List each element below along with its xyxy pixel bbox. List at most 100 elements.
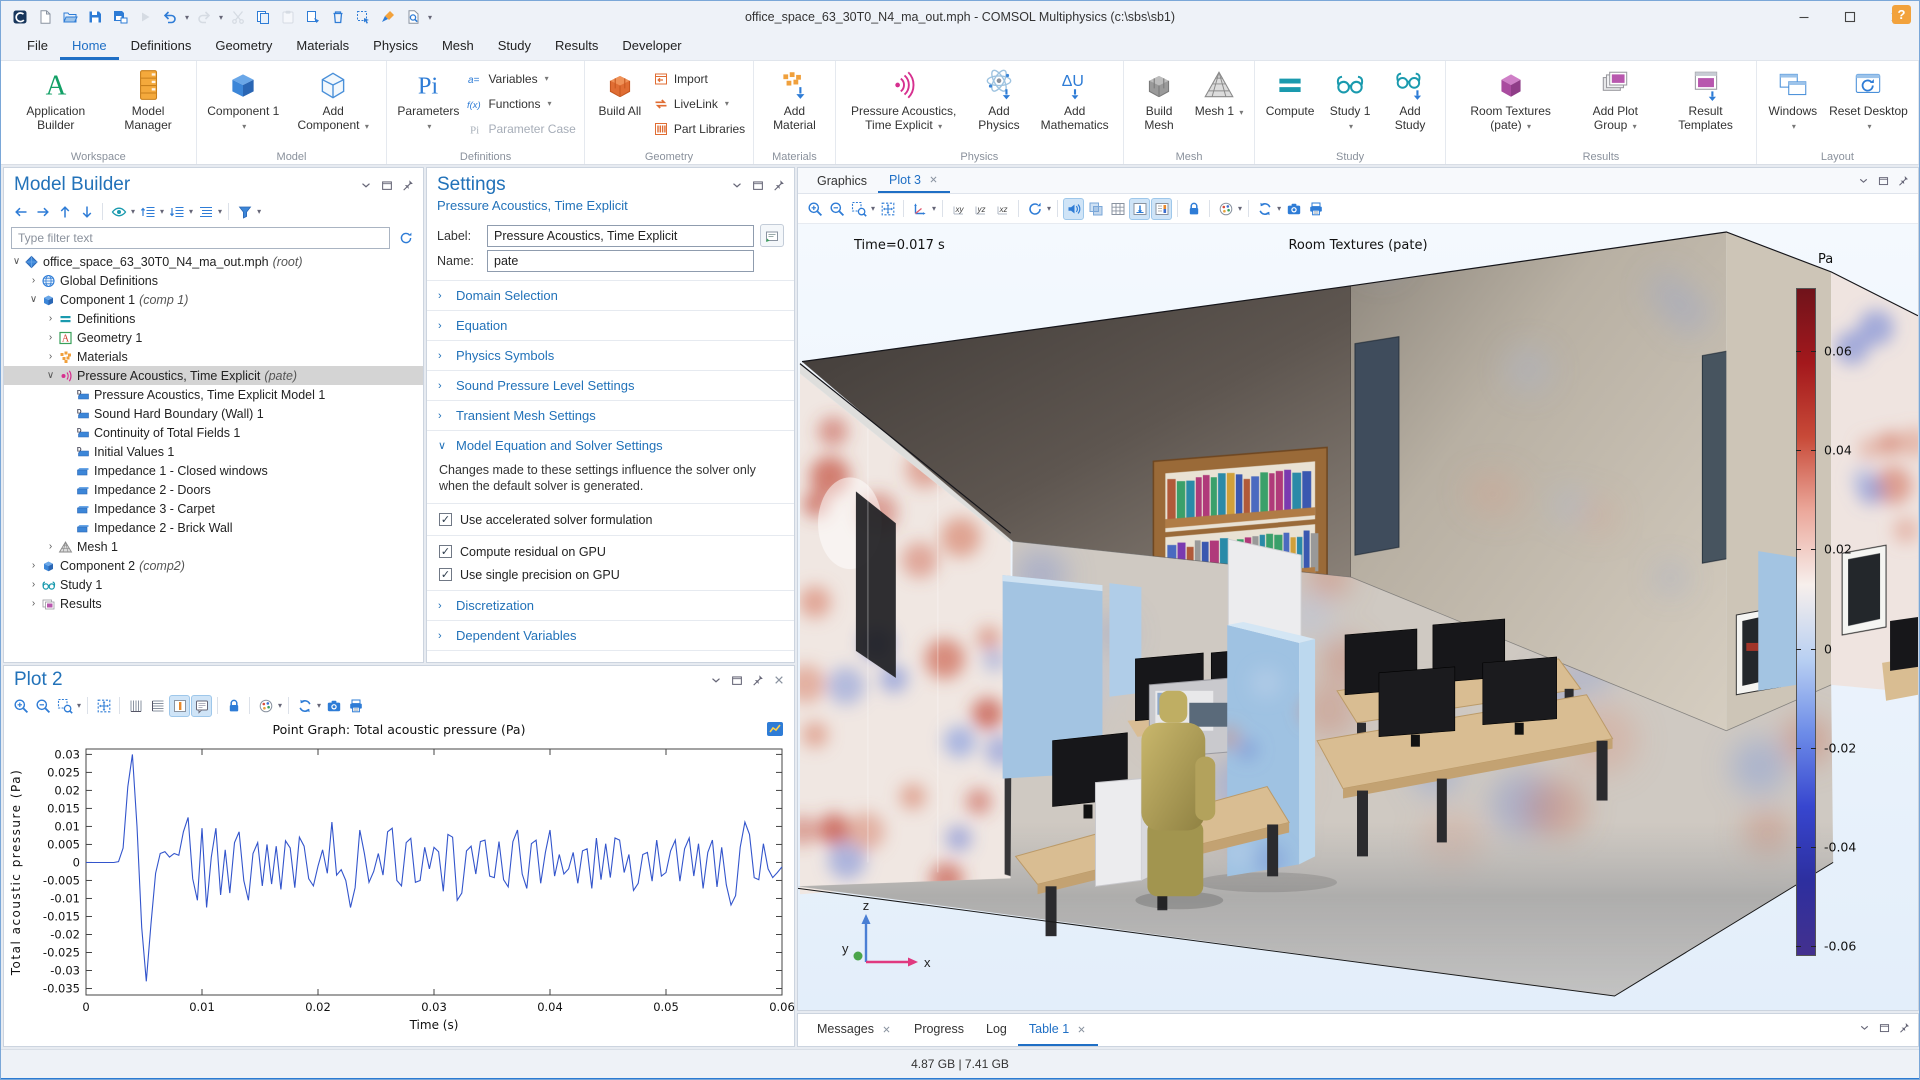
tree-expander[interactable]: ›	[27, 275, 40, 286]
dropdown-caret[interactable]: ▾	[189, 207, 193, 216]
brush-button[interactable]	[377, 6, 399, 28]
dropdown-caret[interactable]: ▾	[1238, 204, 1242, 213]
tree-expander[interactable]: ∨	[10, 256, 23, 267]
graphics-tab-plot-3[interactable]: Plot 3	[878, 168, 950, 193]
tree-item-impedance-1-closed-windows[interactable]: Impedance 1 - Closed windows	[4, 461, 423, 480]
menu-tab-geometry[interactable]: Geometry	[203, 33, 284, 60]
tree-item-pressure-acoustics-time-explicit[interactable]: ∨ Pressure Acoustics, Time Explicit (pate…	[4, 366, 423, 385]
arrow-down-button[interactable]	[76, 201, 97, 223]
go-to-view-button[interactable]	[909, 198, 930, 220]
zoom-box-button[interactable]	[54, 695, 75, 717]
menu-tab-physics[interactable]: Physics	[361, 33, 430, 60]
bottom-tab-messages[interactable]: Messages	[806, 1014, 903, 1046]
chevron-down-panel-button[interactable]	[1858, 1021, 1871, 1034]
menu-tab-study[interactable]: Study	[486, 33, 543, 60]
ribbon-button-build-all[interactable]: Build All	[590, 66, 650, 121]
label-field-input[interactable]	[487, 224, 754, 247]
section-header-dependent-variables[interactable]: › Dependent Variables	[427, 621, 794, 650]
bottom-tab-log[interactable]: Log	[975, 1014, 1018, 1046]
new-file-button[interactable]	[34, 6, 56, 28]
float-panel-button[interactable]	[380, 178, 394, 192]
tree-expander[interactable]: ›	[44, 332, 57, 343]
tree-item-study-1[interactable]: › Study 1	[4, 575, 423, 594]
dropdown-caret[interactable]: ▾	[185, 13, 189, 22]
speaker-button[interactable]	[1063, 197, 1085, 220]
checkbox-use-accelerated-solver-formulation[interactable]: ✓ Use accelerated solver formulation	[427, 508, 794, 531]
axis-box-button[interactable]	[169, 694, 191, 717]
checkbox-box[interactable]: ✓	[439, 568, 452, 581]
print-button[interactable]	[1305, 198, 1326, 220]
dropdown-caret[interactable]: ▾	[871, 204, 875, 213]
section-header-equation[interactable]: › Equation	[427, 311, 794, 340]
checkbox-box[interactable]: ✓	[439, 513, 452, 526]
close-x-panel-button[interactable]	[772, 673, 786, 687]
graphics-3d-scene[interactable]	[798, 224, 1918, 1010]
ribbon-button-parameters[interactable]: Pi Parameters ▾	[392, 66, 464, 135]
colorlegend-button[interactable]	[1151, 197, 1173, 220]
zoom-out-button[interactable]	[826, 198, 847, 220]
ribbon-button-pressure-acoustics-time-explicit[interactable]: Pressure Acoustics, Time Explicit ▾	[841, 66, 967, 135]
bottom-tab-table-1[interactable]: Table 1	[1017, 1014, 1099, 1046]
list-button[interactable]	[195, 201, 216, 223]
palette-button[interactable]	[1215, 198, 1236, 220]
pin-panel-button[interactable]	[751, 673, 765, 687]
menu-tab-file[interactable]: File	[15, 33, 60, 60]
tree-item-impedance-2-brick-wall[interactable]: Impedance 2 - Brick Wall	[4, 518, 423, 537]
rename-button[interactable]	[760, 224, 784, 247]
lock-button[interactable]	[1183, 198, 1204, 220]
dropdown-caret[interactable]: ▾	[257, 207, 261, 216]
orientation-button[interactable]	[1129, 197, 1151, 220]
select-box-button[interactable]	[352, 6, 374, 28]
ribbon-button-add-physics[interactable]: Add Physics	[967, 66, 1032, 134]
ribbon-button-component-1[interactable]: Component 1 ▾	[202, 66, 285, 135]
update-button[interactable]	[1254, 198, 1275, 220]
open-file-button[interactable]	[59, 6, 81, 28]
section-header-model-equation-and-solver-settings[interactable]: ∨ Model Equation and Solver Settings	[427, 431, 794, 460]
zoom-extents-button[interactable]	[877, 198, 898, 220]
ribbon-button-add-plot-group[interactable]: Add Plot Group ▾	[1570, 66, 1660, 135]
ribbon-button-model-manager[interactable]: Model Manager	[106, 66, 191, 134]
zoom-extents-button[interactable]	[93, 695, 114, 717]
zoom-in-button[interactable]	[804, 198, 825, 220]
minimize-button[interactable]	[1781, 1, 1827, 33]
dropdown-caret[interactable]: ▾	[317, 701, 321, 710]
pin-panel-button[interactable]	[1897, 174, 1910, 187]
list-up-button[interactable]	[137, 201, 158, 223]
zoom-out-button[interactable]	[32, 695, 53, 717]
tree-expander[interactable]: ›	[27, 598, 40, 609]
tree-expander[interactable]: ∨	[44, 370, 57, 381]
ribbon-button-windows[interactable]: Windows ▾	[1762, 66, 1824, 135]
ribbon-button-part-libraries[interactable]: Part Libraries	[653, 116, 745, 141]
lock-button[interactable]	[223, 695, 244, 717]
find-doc-button[interactable]	[402, 6, 424, 28]
section-header-transient-mesh-settings[interactable]: › Transient Mesh Settings	[427, 401, 794, 430]
tree-expander[interactable]: ›	[27, 560, 40, 571]
ribbon-button-import[interactable]: Import	[653, 66, 745, 91]
tree-item-results[interactable]: › Results	[4, 594, 423, 613]
ribbon-button-room-textures-pate[interactable]: Room Textures (pate) ▾	[1451, 66, 1570, 135]
tree-item-initial-values-1[interactable]: D Initial Values 1	[4, 442, 423, 461]
comsol-logo-button[interactable]	[9, 6, 31, 28]
view-yz-button[interactable]: yz	[970, 198, 991, 220]
zoom-box-button[interactable]	[848, 198, 869, 220]
ribbon-button-livelink[interactable]: LiveLink ▾	[653, 91, 745, 116]
float-panel-button[interactable]	[730, 673, 744, 687]
view-xy-button[interactable]: xy	[948, 198, 969, 220]
update-button[interactable]	[294, 695, 315, 717]
checkbox-use-single-precision-on-gpu[interactable]: ✓ Use single precision on GPU	[427, 563, 794, 586]
list-down-button[interactable]	[166, 201, 187, 223]
dropdown-caret[interactable]: ▾	[219, 13, 223, 22]
ribbon-button-add-study[interactable]: Add Study	[1380, 66, 1440, 134]
chevron-down-panel-button[interactable]	[730, 178, 744, 192]
point-graph-chart[interactable]: 0 0.01 0.02 0.03 0.04 0.05 0.06 0.03 0.025 0.02 0.…	[4, 741, 794, 1041]
chevron-down-panel-button[interactable]	[709, 673, 723, 687]
ribbon-button-add-mathematics[interactable]: ΔU Add Mathematics	[1031, 66, 1118, 134]
grid-rows-button[interactable]	[147, 695, 168, 717]
zoom-in-button[interactable]	[10, 695, 31, 717]
graphics-tab-graphics[interactable]: Graphics	[806, 168, 878, 193]
float-panel-button[interactable]	[1878, 1021, 1891, 1034]
view-xz-button[interactable]: xz	[992, 198, 1013, 220]
help-button[interactable]: ?	[1892, 5, 1911, 24]
dropdown-caret[interactable]: ▾	[77, 701, 81, 710]
grid-button[interactable]	[1107, 198, 1128, 220]
